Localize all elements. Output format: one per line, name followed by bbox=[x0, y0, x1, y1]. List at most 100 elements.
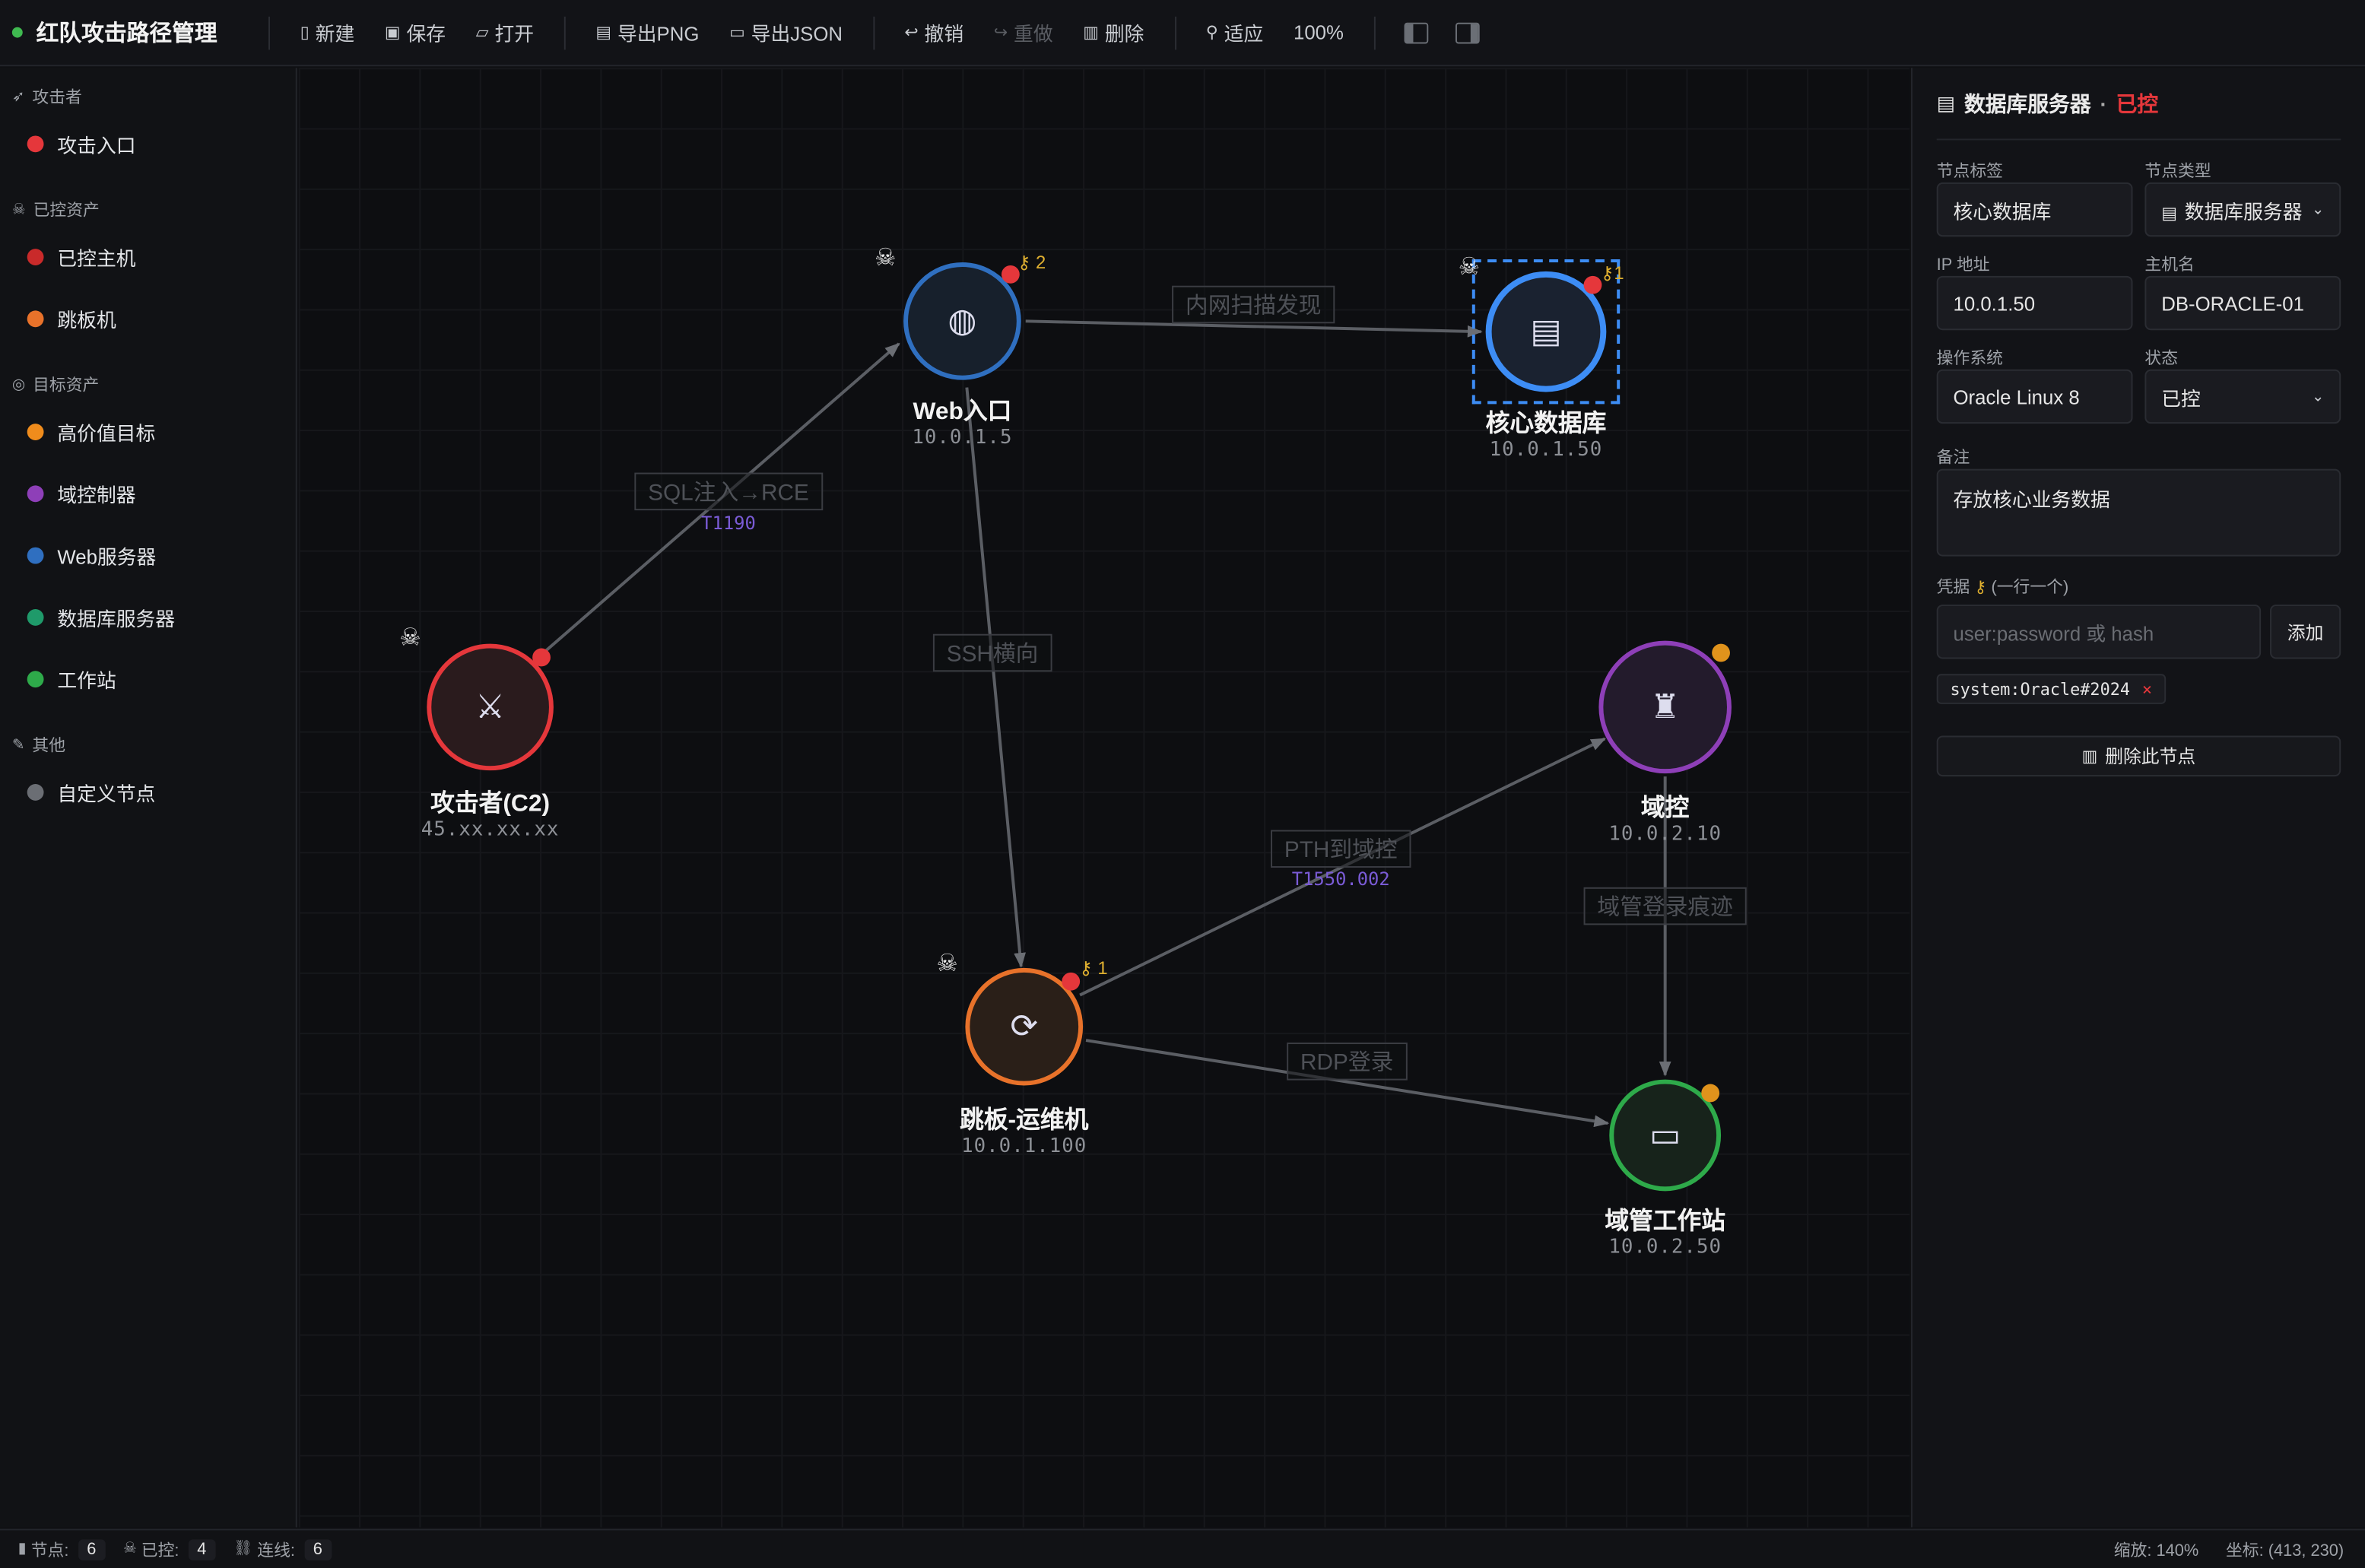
file-cabinet-icon: ▤ bbox=[1936, 90, 1956, 114]
credentials-field: 凭据 ⚷ (一行一个) user:password 或 hash 添加 syst… bbox=[1936, 574, 2341, 704]
node-color-dot bbox=[27, 671, 44, 688]
field: IP 地址 10.0.1.50 bbox=[1936, 252, 2133, 331]
edge-label-ssh[interactable]: SSH横向 bbox=[932, 633, 1052, 672]
zoom-readout: 缩放: 140% bbox=[2113, 1541, 2199, 1560]
export-png-button[interactable]: ▤ 导出PNG bbox=[581, 11, 715, 54]
toolbar-divider bbox=[1373, 15, 1376, 49]
field-label: 状态 bbox=[2144, 349, 2179, 368]
palette-item-db-server[interactable]: 数据库服务器 bbox=[0, 586, 296, 648]
remove-credential-icon[interactable]: × bbox=[2142, 679, 2152, 699]
node-type-select[interactable]: ▤ 数据库服务器 ⌄ bbox=[2144, 182, 2341, 237]
delete-node-button[interactable]: ▥ 删除此节点 bbox=[1936, 735, 2341, 777]
cursor-coordinates: 坐标: (413, 230) bbox=[2225, 1541, 2344, 1560]
credential-input[interactable]: user:password 或 hash bbox=[1936, 605, 2262, 659]
controlled-indicator bbox=[1062, 972, 1081, 991]
export-json-button[interactable]: ▭ 导出JSON bbox=[714, 11, 858, 54]
status-value: 6 bbox=[303, 1538, 332, 1560]
fit-button[interactable]: ⚲ 适应 bbox=[1191, 11, 1278, 54]
redo-label: 重做 bbox=[1014, 22, 1053, 46]
field-row: 节点标签 核心数据库 节点类型 ▤ 数据库服务器 ⌄ bbox=[1936, 158, 2341, 237]
target-icon: ◎ bbox=[11, 376, 26, 393]
skull-icon: ☠ bbox=[11, 201, 26, 218]
controlled-indicator bbox=[532, 648, 551, 667]
edge-label-rdp[interactable]: RDP登录 bbox=[1287, 1043, 1408, 1081]
link-icon: ⛓ bbox=[233, 1541, 253, 1558]
node-label-input[interactable]: 核心数据库 bbox=[1936, 182, 2133, 237]
edge-label-scan[interactable]: 内网扫描发现 bbox=[1172, 285, 1335, 324]
ip-address-input[interactable]: 10.0.1.50 bbox=[1936, 275, 2133, 331]
os-input[interactable]: Oracle Linux 8 bbox=[1936, 369, 2133, 424]
category-attacker: ➶ 攻击者 bbox=[0, 80, 296, 113]
toggle-right-panel-icon[interactable] bbox=[1455, 21, 1480, 43]
select-value: ▤ 数据库服务器 bbox=[2161, 195, 2302, 224]
select-value-text: 数据库服务器 bbox=[2184, 199, 2303, 223]
credential-text: system:Oracle#2024 bbox=[1950, 679, 2130, 699]
target-indicator bbox=[1712, 643, 1730, 662]
toolbar-divider bbox=[872, 15, 875, 49]
node-label: Web入口 10.0.1.5 bbox=[912, 391, 1012, 449]
package-icon: ▤ bbox=[595, 24, 612, 43]
trash-icon: ▥ bbox=[2081, 747, 2098, 767]
export-json-label: 导出JSON bbox=[751, 22, 843, 46]
palette-item-high-value[interactable]: 高价值目标 bbox=[0, 401, 296, 462]
globe-icon: ◍ bbox=[948, 302, 977, 341]
palette-item-controlled-host[interactable]: 已控主机 bbox=[0, 226, 296, 287]
palette-item-custom[interactable]: 自定义节点 bbox=[0, 761, 296, 823]
controlled-count: ☠ 已控: 4 bbox=[123, 1537, 216, 1561]
credential-count-value: 1 bbox=[1097, 957, 1108, 979]
delete-button[interactable]: ▥ 删除 bbox=[1068, 11, 1159, 54]
textarea-value: 存放核心业务数据 bbox=[1953, 488, 2110, 512]
redo-icon: ↪ bbox=[993, 24, 1008, 43]
credential-tag: system:Oracle#2024 × bbox=[1936, 674, 2166, 704]
status-dot bbox=[11, 27, 23, 38]
toggle-left-panel-icon[interactable] bbox=[1404, 21, 1429, 43]
node-color-dot bbox=[27, 784, 44, 801]
palette-item-label: Web服务器 bbox=[57, 545, 157, 569]
undo-button[interactable]: ↩ 撤销 bbox=[889, 11, 978, 54]
toolbar: 红队攻击路径管理 ▯ 新建 ▣ 保存 ▱ 打开 ▤ 导出PNG ▭ 导出JSON ↩ 撤销 … bbox=[0, 0, 2365, 67]
magnifier-icon: ⚲ bbox=[1205, 24, 1218, 43]
node-count: ▮ 节点: 6 bbox=[18, 1537, 106, 1561]
field: 状态 已控 ⌄ bbox=[2144, 345, 2341, 424]
node-ip: 10.0.1.50 bbox=[1489, 438, 1603, 462]
status-value: 4 bbox=[188, 1538, 216, 1560]
hostname-input[interactable]: DB-ORACLE-01 bbox=[2144, 275, 2341, 331]
credential-count-value: 2 bbox=[1036, 252, 1046, 273]
creds-label: 凭据 bbox=[1936, 579, 1970, 598]
clipboard-icon: ▭ bbox=[729, 24, 745, 43]
floppy-icon: ▣ bbox=[384, 24, 401, 43]
node-ip: 10.0.2.10 bbox=[1608, 823, 1722, 846]
open-button[interactable]: ▱ 打开 bbox=[461, 11, 549, 54]
credential-input-row: user:password 或 hash 添加 bbox=[1936, 605, 2341, 659]
select-value: 已控 bbox=[2161, 386, 2201, 410]
notes-textarea[interactable]: 存放核心业务数据 bbox=[1936, 468, 2341, 557]
edge-label-sqli[interactable]: SQL注入→RCE bbox=[634, 472, 823, 511]
category-title: 已控资产 bbox=[33, 202, 100, 221]
status-select[interactable]: 已控 ⌄ bbox=[2144, 369, 2341, 424]
palette-item-attack-entry[interactable]: 攻击入口 bbox=[0, 113, 296, 175]
edge-ssh[interactable] bbox=[965, 387, 1026, 968]
edge-label-da-login[interactable]: 域管登录痕迹 bbox=[1583, 887, 1747, 925]
field-label: 操作系统 bbox=[1936, 349, 2003, 368]
add-credential-button[interactable]: 添加 bbox=[2270, 605, 2341, 659]
panel-status: 已控 bbox=[2116, 90, 2159, 116]
delete-node-label: 删除此节点 bbox=[2105, 746, 2196, 768]
palette-item-domain-controller[interactable]: 域控制器 bbox=[0, 463, 296, 525]
graph-canvas[interactable]: SQL注入→RCE T1190 内网扫描发现 SSH横向 PTH到域控 T155… bbox=[298, 68, 1909, 1528]
toolbar-divider bbox=[563, 15, 566, 49]
folder-icon: ▱ bbox=[475, 24, 489, 43]
new-button[interactable]: ▯ 新建 bbox=[285, 11, 370, 54]
redo-button[interactable]: ↪ 重做 bbox=[979, 11, 1068, 54]
palette-item-jump-host[interactable]: 跳板机 bbox=[0, 288, 296, 350]
edge-technique: T1190 bbox=[701, 513, 756, 534]
palette-item-web-server[interactable]: Web服务器 bbox=[0, 525, 296, 586]
palette-item-label: 已控主机 bbox=[57, 247, 136, 270]
castle-icon: ♜ bbox=[1650, 688, 1681, 726]
add-label: 添加 bbox=[2287, 621, 2324, 643]
status-label: 连线: bbox=[257, 1541, 296, 1560]
edge-label-pth[interactable]: PTH到域控 bbox=[1270, 830, 1411, 868]
node-domain-controller[interactable]: ♜ bbox=[1598, 640, 1732, 774]
palette-item-workstation[interactable]: 工作站 bbox=[0, 649, 296, 710]
save-button[interactable]: ▣ 保存 bbox=[370, 11, 461, 54]
node-color-dot bbox=[27, 609, 44, 626]
